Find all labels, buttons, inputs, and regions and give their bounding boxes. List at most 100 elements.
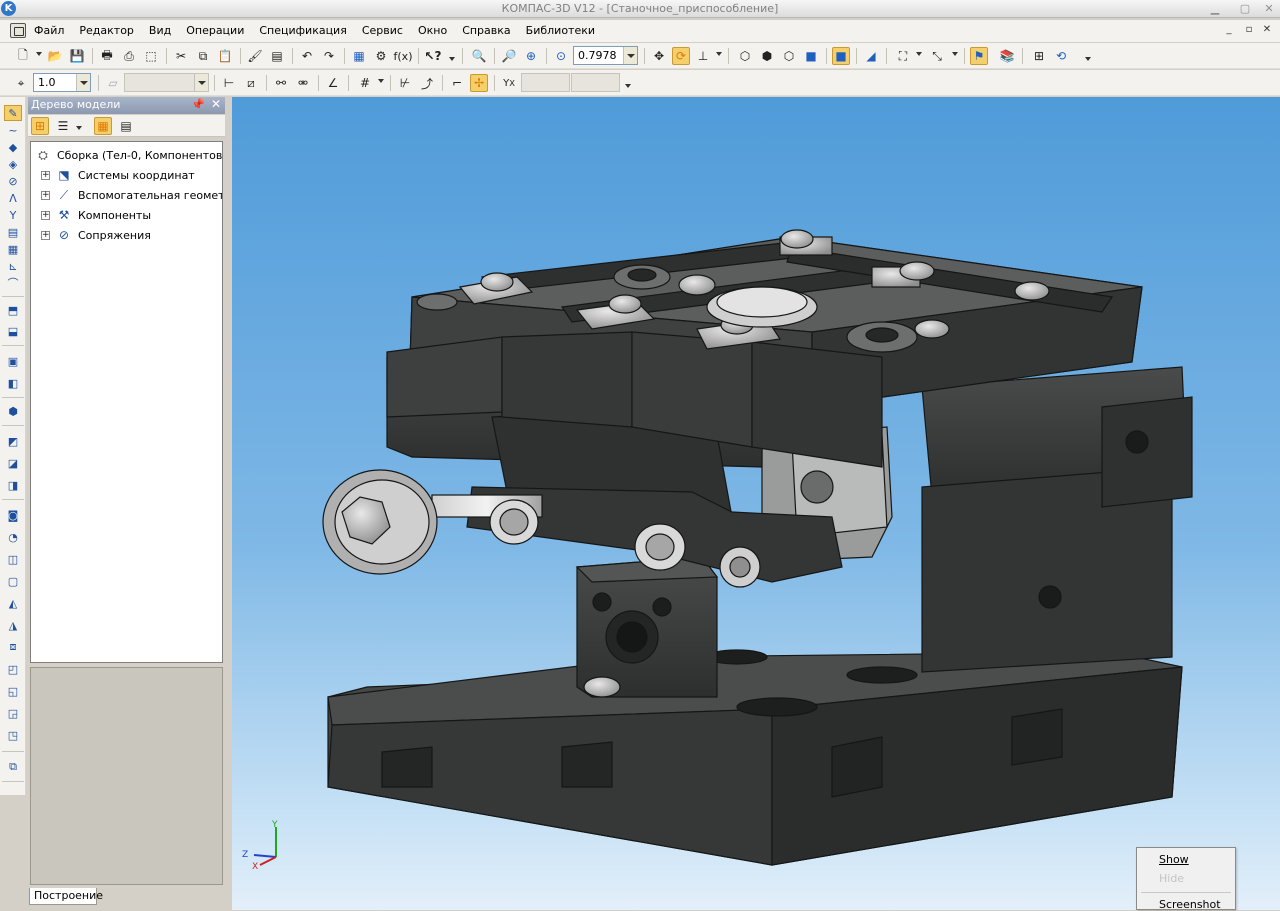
document-icon[interactable] — [10, 23, 26, 38]
coordinates-icon[interactable]: YX — [500, 74, 518, 92]
split-icon[interactable]: ◳ — [4, 727, 22, 743]
sheet-metal-icon[interactable]: ⌒ — [4, 275, 22, 291]
surface-icon[interactable]: ◈ — [4, 156, 22, 172]
pan-icon[interactable]: ✥ — [650, 47, 668, 65]
menu-edit[interactable]: Редактор — [79, 24, 134, 37]
chamfer-icon[interactable]: ◫ — [4, 551, 22, 567]
thin-hidden-lines-icon[interactable]: ⬡ — [780, 47, 798, 65]
sketch-icon[interactable]: ⧄ — [242, 74, 260, 92]
tree-item-components[interactable]: + ⚒ Компоненты — [41, 206, 151, 224]
tree-structure-icon[interactable]: ☰ — [54, 117, 72, 135]
mdi-close-icon[interactable]: ✕ — [1260, 24, 1274, 35]
axes-icon[interactable]: ⊾ — [4, 258, 22, 274]
model-tree-title-bar[interactable]: Дерево модели 📌 ✕ — [28, 97, 225, 114]
toolbar1-overflow-arrow[interactable] — [1085, 57, 1091, 61]
redo-icon[interactable]: ↷ — [320, 47, 338, 65]
snap-points-icon[interactable]: ✢ — [470, 74, 488, 92]
zoom-in-icon[interactable]: ⊕ — [522, 47, 540, 65]
orthogonal-icon[interactable]: ∠ — [324, 74, 342, 92]
minimize-icon[interactable]: ▁ — [1205, 1, 1225, 16]
pattern-icon[interactable]: ⧈ — [4, 639, 22, 655]
expand-icon[interactable]: + — [41, 170, 50, 180]
shaded-edges-icon[interactable]: ■ — [832, 47, 850, 65]
variables-fx-icon[interactable]: f(x) — [394, 47, 413, 65]
draft-icon[interactable]: ◲ — [4, 705, 22, 721]
spec-icon[interactable]: ▤ — [4, 224, 22, 240]
close-icon[interactable]: ✕ — [1259, 1, 1279, 16]
print-preview-icon[interactable]: ⎙ — [120, 47, 138, 65]
zoom-all-icon[interactable]: 🔍 — [470, 47, 488, 65]
tree-root[interactable]: ⛭ Сборка (Тел-0, Компонентов-29 — [35, 146, 222, 164]
copy-icon[interactable]: ⧉ — [194, 47, 212, 65]
popup-screenshot[interactable]: Screenshot — [1159, 898, 1221, 911]
menu-view[interactable]: Вид — [149, 24, 171, 37]
step-dropdown-arrow[interactable] — [76, 74, 90, 91]
global-snap-icon[interactable]: ⚮ — [294, 74, 312, 92]
rebuild-icon[interactable]: ⟲ — [1052, 47, 1070, 65]
select-dropdown-arrow[interactable] — [952, 52, 958, 56]
section-icon[interactable]: ◰ — [4, 661, 22, 677]
move-cs-icon[interactable]: ⤴ — [418, 74, 436, 92]
panel-close-icon[interactable]: ✕ — [211, 97, 221, 111]
library-manager-icon[interactable]: ⚙ — [372, 47, 390, 65]
tree-view-icon[interactable]: ⚑ — [970, 47, 988, 65]
mdi-minimize-icon[interactable]: _ — [1222, 24, 1236, 35]
cut-icon[interactable]: ✂ — [172, 47, 190, 65]
zoom-dropdown-arrow[interactable] — [623, 47, 637, 64]
rib-icon[interactable]: ◭ — [4, 595, 22, 611]
mate-icon[interactable]: ⧉ — [4, 759, 22, 775]
perspective-icon[interactable]: ◢ — [862, 47, 880, 65]
grid-dropdown-arrow[interactable] — [378, 79, 384, 83]
select-objects-icon[interactable]: ⤡ — [928, 47, 946, 65]
insert-component-icon[interactable]: ⬓ — [4, 323, 22, 339]
format-brush-icon[interactable]: 🖌 — [246, 47, 264, 65]
popup-show[interactable]: Show — [1159, 853, 1189, 866]
orientation-icon[interactable]: ⊥ — [694, 47, 712, 65]
toolbar2-overflow-arrow[interactable] — [625, 84, 631, 88]
save-icon[interactable]: 💾 — [68, 47, 86, 65]
tree-filter-icon[interactable]: ▤ — [117, 117, 135, 135]
assembly-icon[interactable]: ⬢ — [4, 403, 22, 419]
fillet-icon[interactable]: ◔ — [4, 529, 22, 545]
library-icon[interactable]: 📚 — [998, 47, 1016, 65]
tree-structure-dropdown-arrow[interactable] — [76, 126, 82, 130]
new-document-icon[interactable]: 🗋 — [14, 47, 32, 65]
tree-highlight-icon[interactable]: ▦ — [94, 117, 112, 135]
properties-icon[interactable]: ▤ — [268, 47, 286, 65]
pin-icon[interactable]: 📌 — [191, 98, 205, 111]
zoom-window-icon[interactable]: 🔎 — [500, 47, 518, 65]
snap-icon[interactable]: ⚯ — [272, 74, 290, 92]
wireframe-icon[interactable]: ⬡ — [736, 47, 754, 65]
zoom-field[interactable]: 0.7978 — [573, 46, 638, 65]
round-icon[interactable]: ⌐ — [448, 74, 466, 92]
cut-extrude-icon[interactable]: ◨ — [4, 477, 22, 493]
paste-icon[interactable]: 📋 — [216, 47, 234, 65]
tree-item-mates[interactable]: + ⊘ Сопряжения — [41, 226, 151, 244]
local-cs-icon[interactable]: ⊢ — [220, 74, 238, 92]
menu-file[interactable]: Файл — [34, 24, 64, 37]
standard-part-icon[interactable]: ◧ — [4, 375, 22, 391]
menu-operations[interactable]: Операции — [186, 24, 244, 37]
cursor-step-icon[interactable]: ⌖ — [12, 74, 30, 92]
expand-icon[interactable]: + — [41, 230, 50, 240]
toolbar-overflow-arrow[interactable] — [449, 57, 455, 61]
spline-icon[interactable]: ~ — [4, 122, 22, 138]
new-dropdown-arrow[interactable] — [36, 52, 42, 56]
export-icon[interactable]: ⬚ — [142, 47, 160, 65]
extrude-icon[interactable]: ◩ — [4, 433, 22, 449]
menu-help[interactable]: Справка — [462, 24, 510, 37]
hidden-lines-icon[interactable]: ⬢ — [758, 47, 776, 65]
print-icon[interactable]: 🖶 — [98, 47, 116, 65]
feature-icon[interactable]: ◆ — [4, 139, 22, 155]
parameters-icon[interactable]: ⊞ — [1030, 47, 1048, 65]
expand-icon[interactable]: + — [41, 190, 50, 200]
filter-dropdown-arrow[interactable] — [916, 52, 922, 56]
hole-icon[interactable]: ◙ — [4, 507, 22, 523]
add-component-icon[interactable]: ⬒ — [4, 302, 22, 318]
filter-icon[interactable]: Y — [4, 207, 22, 223]
tab-construction[interactable]: Построение — [29, 888, 103, 905]
tree-order-icon[interactable]: ⊞ — [31, 117, 49, 135]
menu-window[interactable]: Окно — [418, 24, 447, 37]
restore-icon[interactable]: ▢ — [1235, 1, 1255, 16]
edit-assembly-icon[interactable]: ✎ — [4, 105, 22, 121]
